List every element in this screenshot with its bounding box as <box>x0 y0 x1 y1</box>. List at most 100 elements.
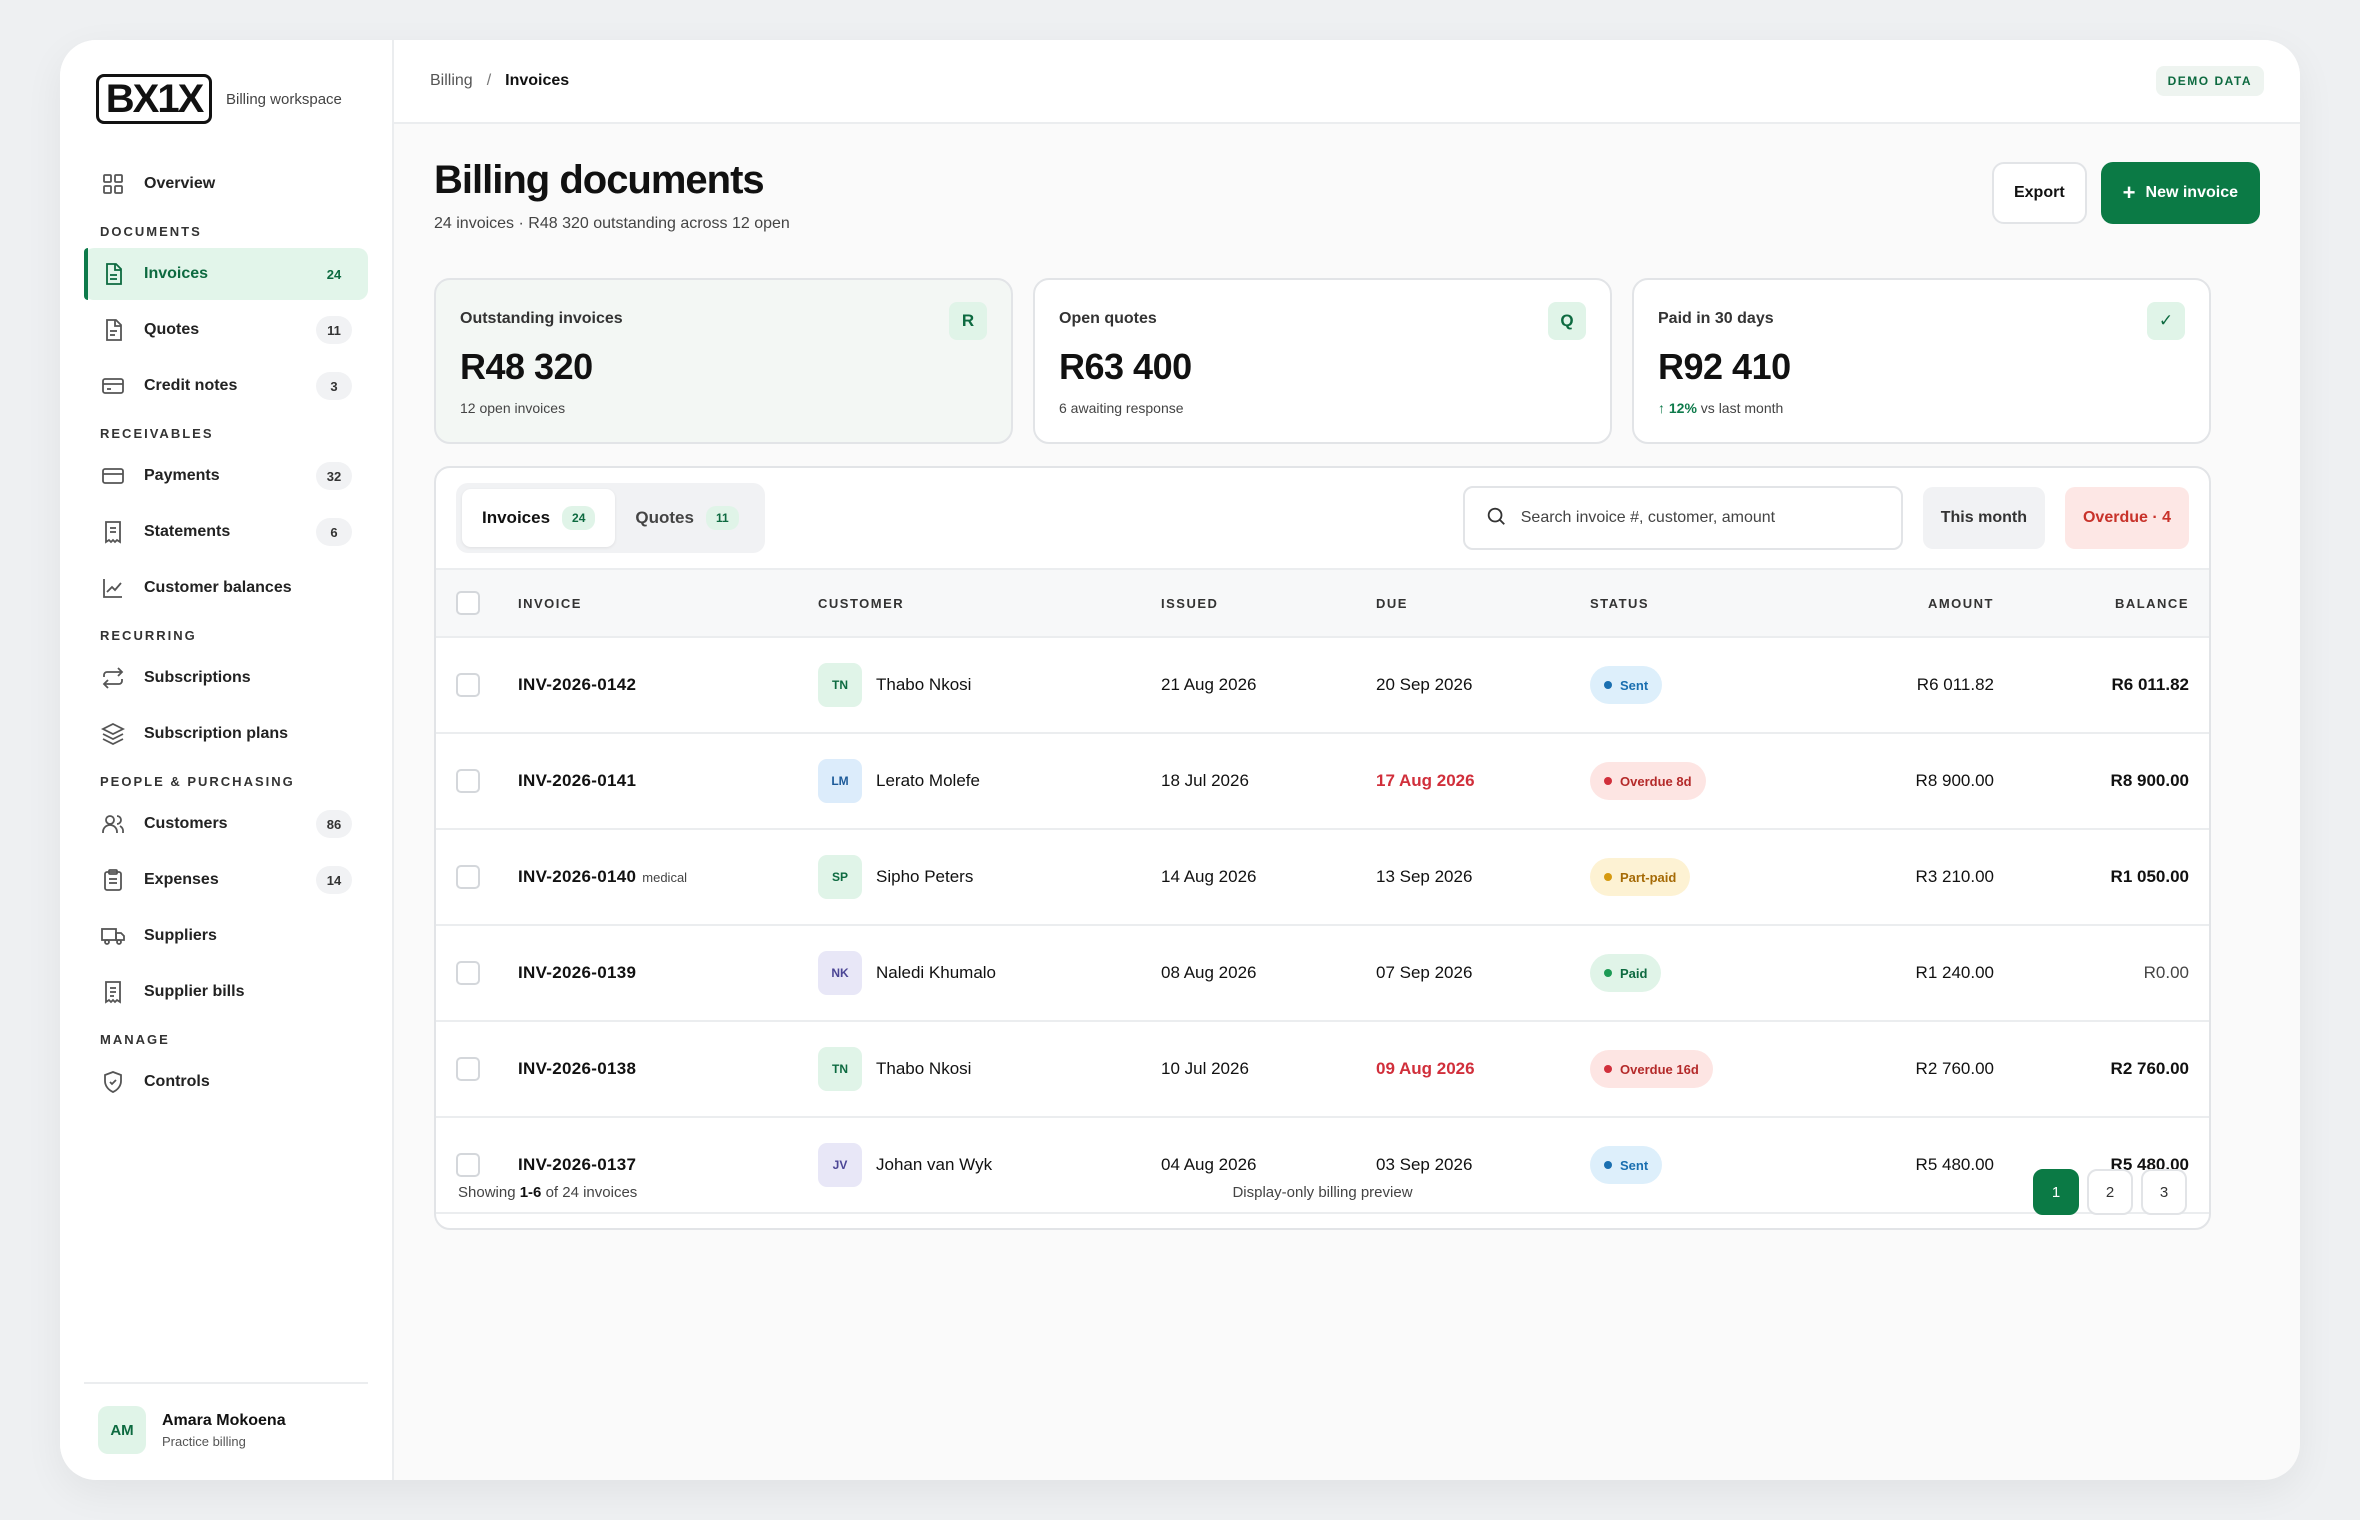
stat-value: R63 400 <box>1059 346 1192 387</box>
row-checkbox[interactable] <box>456 769 480 793</box>
col-amount[interactable]: AMOUNT <box>1810 569 1994 637</box>
page-button-3[interactable]: 3 <box>2141 1169 2187 1215</box>
sidebar-item-customer-balances[interactable]: Customer balances <box>84 562 368 614</box>
invoice-number[interactable]: INV-2026-0142 <box>518 675 636 694</box>
breadcrumb-billing[interactable]: Billing <box>430 72 473 90</box>
status-dot-icon <box>1604 777 1612 785</box>
search-box[interactable] <box>1462 486 1903 550</box>
table-row[interactable]: INV-2026-0139 NK Naledi Khumalo 08 Aug 20… <box>436 925 2209 1021</box>
table-row[interactable]: INV-2026-0140 medical SP Sipho Peters 14 A… <box>436 829 2209 925</box>
sidebar-item-credit-notes[interactable]: Credit notes 3 <box>84 360 368 412</box>
balance: R1 050.00 <box>2110 867 2189 886</box>
user-profile[interactable]: AM Amara Mokoena Practice billing <box>84 1382 368 1454</box>
main-content: Billing / Invoices DEMO DATA Billing doc… <box>394 40 2300 1480</box>
status-cell: Overdue 8d <box>1590 733 1810 829</box>
new-invoice-button[interactable]: + New invoice <box>2100 162 2260 224</box>
search-input[interactable] <box>1520 509 1881 527</box>
sidebar-item-overview[interactable]: Overview <box>84 158 368 210</box>
sidebar-item-label: Supplier bills <box>144 983 245 1000</box>
count-badge: 6 <box>316 518 352 546</box>
user-name: Amara Mokoena <box>162 1411 286 1429</box>
sidebar-item-subscriptions[interactable]: Subscriptions <box>84 652 368 704</box>
page-button-1[interactable]: 1 <box>2033 1169 2079 1215</box>
row-checkbox[interactable] <box>456 1057 480 1081</box>
col-due[interactable]: DUE <box>1376 569 1590 637</box>
customer-name[interactable]: Sipho Peters <box>876 867 973 887</box>
credit-card-icon <box>100 463 126 489</box>
invoice-number[interactable]: INV-2026-0141 <box>518 771 636 790</box>
showing-suffix: of 24 invoices <box>541 1183 638 1201</box>
tab-invoices[interactable]: Invoices 24 <box>462 489 616 547</box>
customer-avatar: SP <box>818 855 862 899</box>
sidebar-item-controls[interactable]: Controls <box>84 1056 368 1108</box>
sidebar-item-payments[interactable]: Payments 32 <box>84 450 368 502</box>
stat-card-paid: Paid in 30 days R92 410 ↑ 12% vs last mo… <box>1632 278 2211 444</box>
col-invoice[interactable]: INVOICE <box>518 569 818 637</box>
documents-panel: Invoices 24 Quotes 11 This month Overdue… <box>434 466 2211 1230</box>
select-all-cell <box>436 569 518 637</box>
stat-label: Paid in 30 days <box>1658 310 1774 327</box>
sidebar-item-subscription-plans[interactable]: Subscription plans <box>84 708 368 760</box>
sidebar-item-statements[interactable]: Statements 6 <box>84 506 368 558</box>
stat-badge-icon: Q <box>1548 302 1586 340</box>
status-dot-icon <box>1604 681 1612 689</box>
sidebar-item-label: Payments <box>144 467 220 484</box>
table-row[interactable]: INV-2026-0138 TN Thabo Nkosi 10 Jul 2026 … <box>436 1021 2209 1117</box>
customer-name[interactable]: Thabo Nkosi <box>876 1059 971 1079</box>
col-status[interactable]: STATUS <box>1590 569 1810 637</box>
panel-toolbar: Invoices 24 Quotes 11 This month Overdue… <box>436 468 2209 568</box>
col-customer[interactable]: CUSTOMER <box>818 569 1161 637</box>
col-issued[interactable]: ISSUED <box>1161 569 1376 637</box>
sidebar-item-label: Subscription plans <box>144 725 289 742</box>
section-documents: DOCUMENTS <box>100 223 202 239</box>
tab-quotes[interactable]: Quotes 11 <box>615 489 758 547</box>
col-balance[interactable]: BALANCE <box>1994 569 2209 637</box>
customer-cell: SP Sipho Peters <box>818 829 1161 925</box>
row-select-cell <box>436 733 518 829</box>
amount: R2 760.00 <box>1915 1059 1994 1078</box>
invoice-number[interactable]: INV-2026-0140 <box>518 867 636 886</box>
customer-name[interactable]: Naledi Khumalo <box>876 963 996 983</box>
status-badge: Sent <box>1590 666 1663 704</box>
bill-icon <box>100 979 126 1005</box>
stat-note: 12 open invoices <box>460 400 566 416</box>
page-header: Billing documents 24 invoices · R48 320 … <box>434 158 790 233</box>
balance: R8 900.00 <box>2110 771 2189 790</box>
sidebar-item-invoices[interactable]: Invoices 24 <box>84 248 368 300</box>
row-checkbox[interactable] <box>456 961 480 985</box>
customer-name[interactable]: Thabo Nkosi <box>876 675 971 695</box>
status-cell: Overdue 16d <box>1590 1021 1810 1117</box>
invoice-number[interactable]: INV-2026-0138 <box>518 1059 636 1078</box>
customer-cell: NK Naledi Khumalo <box>818 925 1161 1021</box>
sidebar-item-expenses[interactable]: Expenses 14 <box>84 854 368 906</box>
filter-overdue[interactable]: Overdue · 4 <box>2064 487 2189 549</box>
brand-logo[interactable]: BX1X <box>96 74 212 124</box>
section-manage: MANAGE <box>100 1031 170 1047</box>
row-checkbox[interactable] <box>456 865 480 889</box>
sidebar-item-quotes[interactable]: Quotes 11 <box>84 304 368 356</box>
customer-name[interactable]: Lerato Molefe <box>876 771 980 791</box>
sidebar-item-customers[interactable]: Customers 86 <box>84 798 368 850</box>
row-checkbox[interactable] <box>456 673 480 697</box>
sidebar-item-supplier-bills[interactable]: Supplier bills <box>84 966 368 1018</box>
showing-prefix: Showing <box>458 1183 520 1201</box>
status-badge: Paid <box>1590 954 1662 992</box>
sidebar-item-label: Expenses <box>144 871 219 888</box>
select-all-checkbox[interactable] <box>456 591 480 615</box>
document-tabs: Invoices 24 Quotes 11 <box>456 483 765 553</box>
page-button-2[interactable]: 2 <box>2087 1169 2133 1215</box>
count-badge: 24 <box>326 266 342 282</box>
table-row[interactable]: INV-2026-0141 LM Lerato Molefe 18 Jul 202… <box>436 733 2209 829</box>
stat-label: Open quotes <box>1059 310 1157 327</box>
header-actions: Export + New invoice <box>1991 162 2260 224</box>
status-label: Paid <box>1620 965 1648 981</box>
status-label: Sent <box>1620 677 1649 693</box>
export-button[interactable]: Export <box>1991 162 2087 224</box>
amount: R8 900.00 <box>1915 771 1994 790</box>
invoice-tag: medical <box>642 870 688 885</box>
table-row[interactable]: INV-2026-0142 TN Thabo Nkosi 21 Aug 2026 … <box>436 637 2209 733</box>
filter-this-month[interactable]: This month <box>1922 487 2045 549</box>
invoice-number[interactable]: INV-2026-0139 <box>518 963 636 982</box>
status-dot-icon <box>1604 969 1612 977</box>
sidebar-item-suppliers[interactable]: Suppliers <box>84 910 368 962</box>
